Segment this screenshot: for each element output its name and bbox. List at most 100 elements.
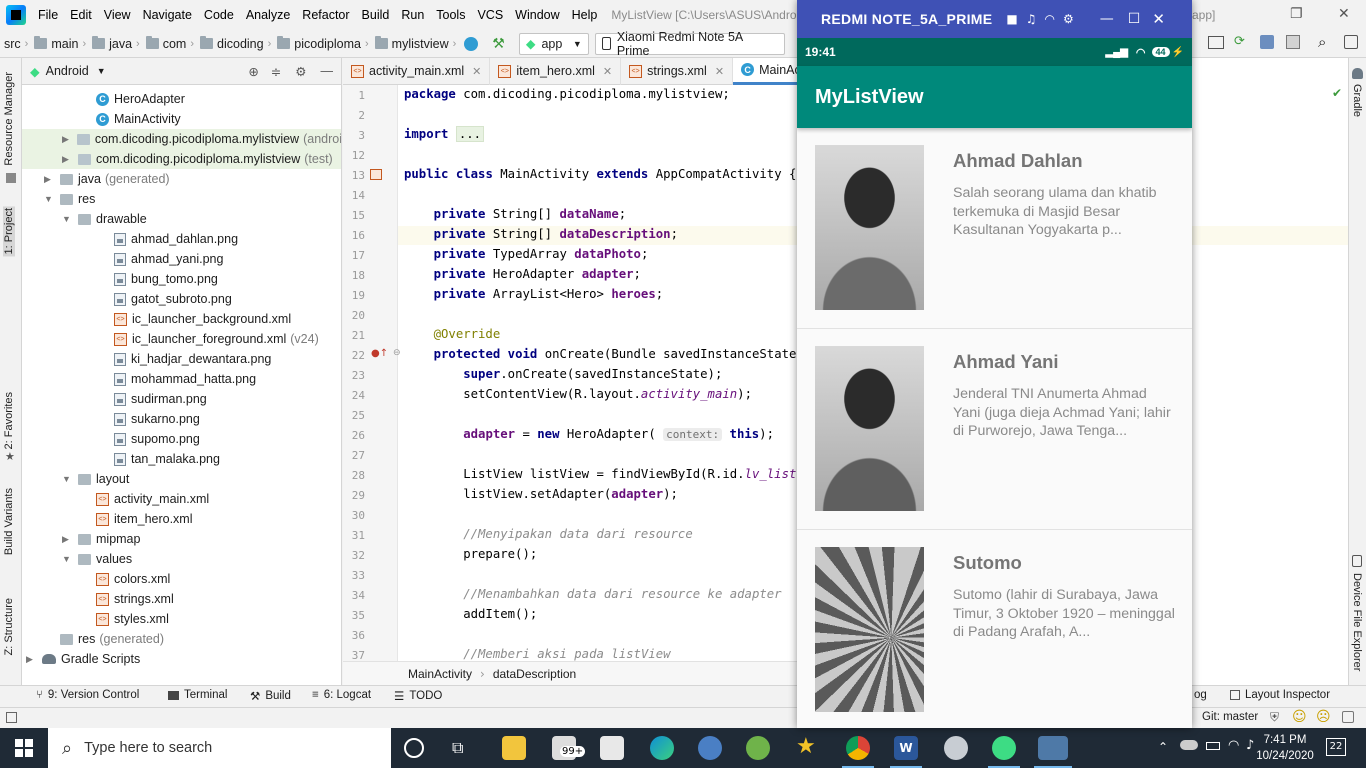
tree-item[interactable]: sukarno.png: [22, 409, 341, 429]
battery-icon[interactable]: [1206, 742, 1220, 750]
sdk-manager-icon[interactable]: [1260, 35, 1274, 49]
chevron-down-icon[interactable]: ▼: [62, 554, 72, 564]
tool-window-device-file-explorer[interactable]: Device File Explorer: [1351, 573, 1363, 671]
store-icon[interactable]: [600, 736, 624, 760]
notifications-icon[interactable]: [1342, 711, 1354, 723]
gear-icon[interactable]: ⚙: [295, 64, 306, 79]
tree-item[interactable]: bung_tomo.png: [22, 269, 341, 289]
tree-item[interactable]: ▶ mipmap: [22, 529, 341, 549]
tree-item[interactable]: ahmad_dahlan.png: [22, 229, 341, 249]
wifi-icon[interactable]: ◠: [1045, 12, 1055, 26]
menu-help[interactable]: Help: [566, 8, 604, 22]
tool-window-favorites[interactable]: 2: Favorites: [3, 392, 15, 449]
tree-item[interactable]: mohammad_hatta.png: [22, 369, 341, 389]
tool-window-project[interactable]: 1: Project: [3, 206, 15, 257]
code-line[interactable]: //Menyipakan data dari resource: [404, 527, 693, 541]
lock-icon[interactable]: ⛨: [1270, 710, 1279, 725]
build-tab[interactable]: ⚒ Build: [250, 689, 291, 703]
tree-item[interactable]: <> item_hero.xml: [22, 509, 341, 529]
breadcrumb-item[interactable]: picodiploma ›: [271, 36, 369, 51]
tree-item[interactable]: res (generated): [22, 629, 341, 649]
collapse-all-icon[interactable]: ≑: [271, 64, 281, 79]
toggle-tool-windows-icon[interactable]: [6, 712, 17, 723]
breadcrumb-item[interactable]: dicoding ›: [194, 36, 271, 51]
tree-item[interactable]: <> activity_main.xml: [22, 489, 341, 509]
menu-tools[interactable]: Tools: [430, 8, 471, 22]
tree-item[interactable]: gatot_subroto.png: [22, 289, 341, 309]
code-line[interactable]: private String[] dataDescription;: [404, 227, 678, 241]
run-config-select[interactable]: ◆ app ▼: [518, 32, 589, 55]
class-icon[interactable]: [464, 36, 479, 51]
paint-icon[interactable]: [944, 736, 968, 760]
locate-icon[interactable]: ⊕: [248, 64, 258, 79]
tree-item[interactable]: <> colors.xml: [22, 569, 341, 589]
tree-item[interactable]: ki_hadjar_dewantara.png: [22, 349, 341, 369]
hero-item[interactable]: Sutomo Sutomo (lahir di Surabaya, Jawa Ti…: [797, 530, 1192, 728]
editor-tab[interactable]: <> item_hero.xml ✕: [490, 57, 622, 85]
avd-manager-icon[interactable]: [1208, 36, 1224, 49]
tree-item[interactable]: sudirman.png: [22, 389, 341, 409]
chevron-right-icon[interactable]: ▶: [62, 154, 72, 165]
close-tab-icon[interactable]: ✕: [472, 65, 481, 78]
code-line[interactable]: //Memberi aksi pada listView: [404, 647, 670, 661]
run-gutter-icon[interactable]: [370, 169, 382, 180]
menu-edit[interactable]: Edit: [64, 8, 98, 22]
code-line[interactable]: @Override: [404, 327, 501, 341]
tree-item[interactable]: C MainActivity: [22, 109, 341, 129]
menu-run[interactable]: Run: [395, 8, 430, 22]
editor-tab[interactable]: <> activity_main.xml ✕: [343, 57, 491, 85]
event-log-tab[interactable]: og: [1194, 689, 1207, 701]
tree-item[interactable]: C HeroAdapter: [22, 89, 341, 109]
code-line[interactable]: protected void onCreate(Bundle savedInst…: [404, 347, 819, 361]
tree-item[interactable]: <> ic_launcher_foreground.xml (v24): [22, 329, 341, 349]
device-select[interactable]: Xiaomi Redmi Note 5A Prime: [594, 30, 785, 58]
tree-item[interactable]: supomo.png: [22, 429, 341, 449]
taskbar-search-box[interactable]: ⌕ Type here to search: [48, 728, 391, 768]
account-icon[interactable]: [1344, 35, 1358, 49]
menu-file[interactable]: File: [32, 8, 64, 22]
menu-vcs[interactable]: VCS: [471, 8, 509, 22]
terminal-tab[interactable]: Terminal: [168, 689, 227, 701]
tree-item[interactable]: ahmad_yani.png: [22, 249, 341, 269]
code-line[interactable]: setContentView(R.layout.activity_main);: [404, 387, 752, 401]
chevron-right-icon[interactable]: ▶: [44, 174, 54, 185]
code-line[interactable]: package com.dicoding.picodiploma.mylistv…: [404, 87, 730, 101]
chevron-down-icon[interactable]: ▼: [44, 194, 54, 204]
camera-icon[interactable]: ■: [1006, 12, 1017, 26]
chrome-icon[interactable]: [842, 736, 874, 768]
minimize-icon[interactable]: —: [1100, 11, 1114, 27]
search-icon[interactable]: ⌕: [1318, 33, 1326, 51]
git-branch-status[interactable]: Git: master: [1202, 711, 1258, 723]
sync-gradle-icon[interactable]: ⟳: [1234, 34, 1245, 49]
menu-build[interactable]: Build: [356, 8, 396, 22]
code-line[interactable]: super.onCreate(savedInstanceState);: [404, 367, 722, 381]
tree-item[interactable]: ▶ java (generated): [22, 169, 341, 189]
tree-item[interactable]: ▼ layout: [22, 469, 341, 489]
chromium-icon[interactable]: [698, 736, 722, 760]
code-line[interactable]: ListView listView = findViewById(R.id.lv…: [404, 467, 811, 481]
menu-code[interactable]: Code: [198, 8, 240, 22]
breadcrumb-field[interactable]: dataDescription: [493, 667, 576, 681]
close-icon[interactable]: ✕: [1152, 10, 1165, 28]
hammer-icon[interactable]: ⚒: [492, 36, 505, 52]
onedrive-icon[interactable]: [1180, 740, 1198, 750]
project-structure-icon[interactable]: [1286, 35, 1300, 49]
tree-item[interactable]: ▼ res: [22, 189, 341, 209]
chevron-right-icon[interactable]: ▶: [26, 654, 36, 665]
wifi-icon[interactable]: ◠: [1228, 738, 1239, 753]
star-app-icon[interactable]: ★: [796, 734, 820, 759]
code-line[interactable]: private ArrayList<Hero> heroes;: [404, 287, 664, 301]
breadcrumb-item[interactable]: com ›: [140, 36, 194, 51]
breadcrumb-class[interactable]: MainActivity: [408, 667, 472, 681]
code-line[interactable]: private String[] dataName;: [404, 207, 627, 221]
tree-item[interactable]: ▶ Gradle Scripts: [22, 649, 341, 669]
menu-analyze[interactable]: Analyze: [240, 8, 296, 22]
gear-icon[interactable]: ⚙: [1063, 12, 1074, 26]
chevron-right-icon[interactable]: ▶: [62, 134, 71, 145]
tree-item[interactable]: ▼ values: [22, 549, 341, 569]
close-tab-icon[interactable]: ✕: [603, 65, 612, 78]
tree-item[interactable]: ▶ com.dicoding.picodiploma.mylistview (and…: [22, 129, 341, 149]
chevron-right-icon[interactable]: ▶: [62, 534, 72, 545]
frown-feedback-icon[interactable]: ☹: [1316, 709, 1331, 725]
headphones-icon[interactable]: ♫: [1026, 12, 1037, 26]
